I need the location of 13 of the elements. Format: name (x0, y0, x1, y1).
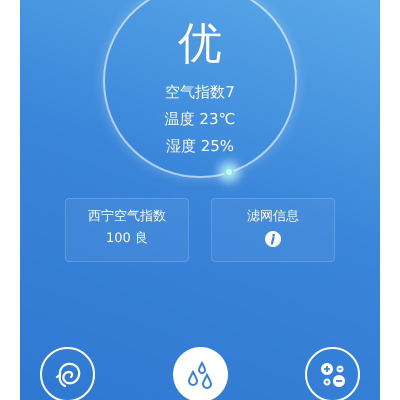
info-card[interactable]: 滤网信息 (211, 198, 335, 262)
mode-button[interactable] (40, 347, 95, 400)
reading-text: 温度 23℃ (164, 109, 236, 130)
card-value: 100 良 (106, 231, 148, 247)
drops-icon (185, 360, 215, 390)
info-icon (265, 231, 281, 247)
reading-text: 湿度 25% (166, 136, 234, 157)
mode-button[interactable] (305, 347, 360, 400)
air-quality-grade: 优 (178, 17, 222, 71)
card-title: 西宁空气指数 (88, 209, 166, 225)
card-title: 滤网信息 (247, 209, 299, 225)
reading-text: 空气指数7 (165, 82, 235, 103)
info-card[interactable]: 西宁空气指数 100 良 (65, 198, 189, 262)
